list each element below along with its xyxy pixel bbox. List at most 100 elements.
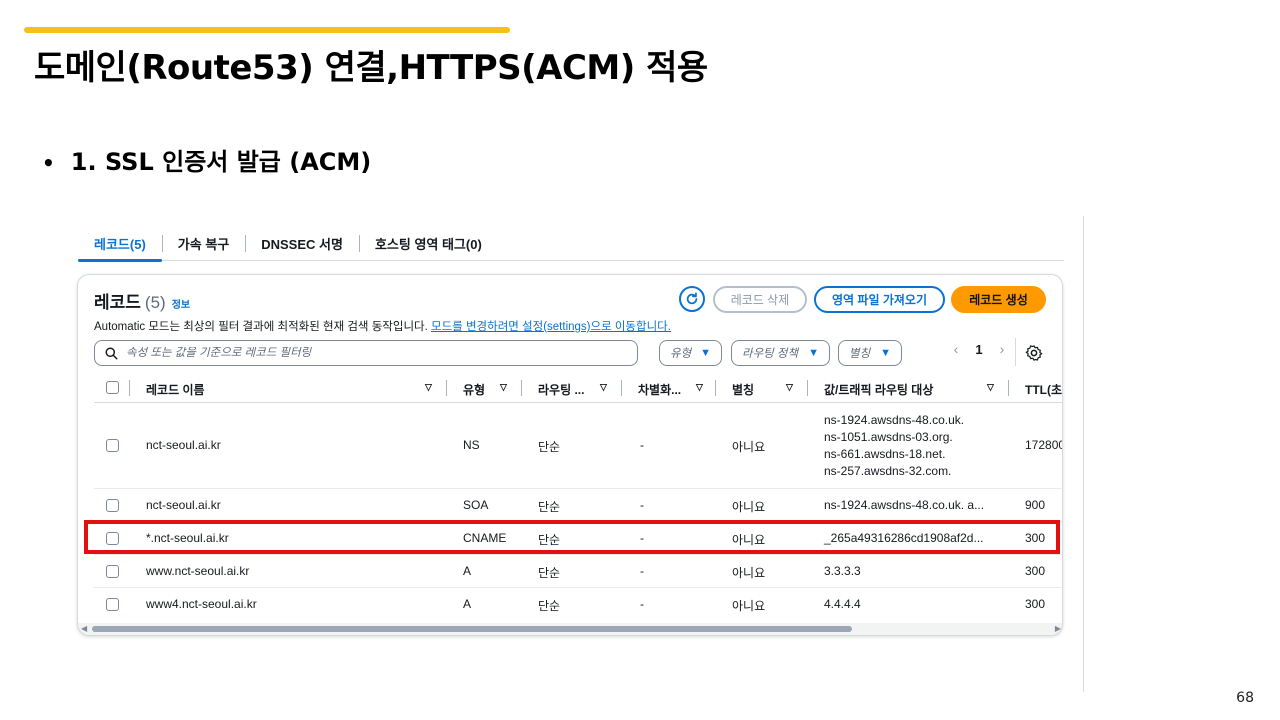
tab-hosted-zone-tags[interactable]: 호스팅 영역 태그(0) xyxy=(358,226,498,261)
bullet-item: • 1. SSL 인증서 발급 (ACM) xyxy=(42,142,371,177)
horizontal-scrollbar[interactable]: ◀ ▶ xyxy=(78,623,1062,635)
import-zone-file-button[interactable]: 영역 파일 가져오기 xyxy=(814,286,945,313)
col-value[interactable]: 값/트래픽 라우팅 대상 xyxy=(824,381,933,398)
record-value: 3.3.3.3 xyxy=(824,564,861,578)
record-routing: 단순 xyxy=(538,500,561,514)
current-page[interactable]: 1 xyxy=(966,342,992,357)
record-routing: 단순 xyxy=(538,599,561,613)
panel-title-text: 레코드 xyxy=(94,293,141,312)
record-search[interactable] xyxy=(94,340,638,366)
record-type: NS xyxy=(463,438,480,452)
sort-icon[interactable]: ▽ xyxy=(696,382,703,393)
record-value: ns-661.awsdns-18.net. xyxy=(824,447,946,461)
column-separator xyxy=(446,380,447,396)
record-values: ns-1924.awsdns-48.co.uk. ns-1051.awsdns-… xyxy=(824,412,964,480)
record-ttl: 172800 xyxy=(1025,438,1063,452)
table-row[interactable]: www4.nct-seoul.ai.kr A 단순 - 아니요 4.4.4.4 … xyxy=(94,588,1062,621)
caret-down-icon: ▼ xyxy=(700,347,711,359)
info-link[interactable]: 정보 xyxy=(172,300,190,311)
refresh-button[interactable] xyxy=(679,286,705,312)
tab-accelerated-recovery[interactable]: 가속 복구 xyxy=(161,226,245,261)
record-type: A xyxy=(463,597,472,611)
record-value: ns-257.awsdns-32.com. xyxy=(824,464,952,478)
record-alias: 아니요 xyxy=(732,566,766,580)
gear-icon[interactable] xyxy=(1025,344,1043,362)
scroll-left-icon[interactable]: ◀ xyxy=(81,624,87,633)
row-checkbox[interactable] xyxy=(106,439,119,452)
caret-down-icon: ▼ xyxy=(808,347,819,359)
records-panel: 레코드 (5) 정보 Automatic 모드는 최상의 필터 결과에 최적화된 현… xyxy=(77,274,1063,636)
col-routing[interactable]: 라우팅 ... xyxy=(538,381,584,398)
tab-dnssec-signing[interactable]: DNSSEC 서명 xyxy=(245,226,359,261)
records-table: 레코드 이름 ▽ 유형 ▽ 라우팅 ... ▽ 차별화... ▽ 별칭 ▽ 값/… xyxy=(94,373,1063,621)
slide-title: 도메인(Route53) 연결,HTTPS(ACM) 적용 xyxy=(34,48,708,88)
record-differentiator: - xyxy=(640,564,644,578)
column-separator xyxy=(715,380,716,396)
column-separator xyxy=(1008,380,1009,396)
page-number: 68 xyxy=(1236,690,1254,706)
sort-icon[interactable]: ▽ xyxy=(500,382,507,393)
alias-filter-label: 별칭 xyxy=(849,348,871,360)
create-record-button[interactable]: 레코드 생성 xyxy=(951,286,1046,313)
bullet-dot: • xyxy=(42,151,55,175)
table-row[interactable]: www.nct-seoul.ai.kr A 단순 - 아니요 3.3.3.3 3… xyxy=(94,555,1062,588)
scroll-right-icon[interactable]: ▶ xyxy=(1055,624,1061,633)
column-separator xyxy=(521,380,522,396)
tab-records[interactable]: 레코드(5) xyxy=(78,226,162,262)
record-type: SOA xyxy=(463,498,489,512)
record-value: ns-1924.awsdns-48.co.uk. xyxy=(824,413,965,427)
settings-link[interactable]: 모드를 변경하려면 설정(settings)으로 이동합니다. xyxy=(431,321,671,333)
record-name: www.nct-seoul.ai.kr xyxy=(146,564,250,578)
routing-filter-label: 라우팅 정책 xyxy=(742,348,799,360)
route53-screenshot: 레코드(5) 가속 복구 DNSSEC 서명 호스팅 영역 태그(0) 레코드(… xyxy=(70,216,1084,692)
table-row[interactable]: nct-seoul.ai.kr NS 단순 - 아니요 ns-1924.awsd… xyxy=(94,403,1063,489)
panel-title: 레코드 (5) 정보 xyxy=(94,288,190,313)
record-count: (5) xyxy=(144,293,166,312)
sort-icon[interactable]: ▽ xyxy=(786,382,793,393)
type-filter[interactable]: 유형 ▼ xyxy=(659,340,722,366)
sort-icon[interactable]: ▽ xyxy=(425,382,432,393)
column-separator xyxy=(129,380,130,396)
table-header: 레코드 이름 ▽ 유형 ▽ 라우팅 ... ▽ 차별화... ▽ 별칭 ▽ 값/… xyxy=(94,373,1062,403)
refresh-icon xyxy=(686,292,698,305)
record-type: A xyxy=(463,564,472,578)
alias-filter[interactable]: 별칭 ▼ xyxy=(838,340,902,366)
caret-down-icon: ▼ xyxy=(880,347,891,359)
record-name: nct-seoul.ai.kr xyxy=(146,498,221,512)
tab-bar: 레코드(5) 가속 복구 DNSSEC 서명 호스팅 영역 태그(0) xyxy=(78,226,1064,262)
col-ttl[interactable]: TTL(초 xyxy=(1025,381,1062,398)
sort-icon[interactable]: ▽ xyxy=(987,382,994,393)
search-icon xyxy=(105,346,118,360)
select-all-checkbox[interactable] xyxy=(106,381,119,394)
record-name: nct-seoul.ai.kr xyxy=(146,438,221,452)
search-input[interactable] xyxy=(126,347,606,359)
bullet-text: 1. SSL 인증서 발급 (ACM) xyxy=(70,148,372,176)
pager-divider xyxy=(1015,338,1016,366)
record-differentiator: - xyxy=(640,597,644,611)
record-ttl: 300 xyxy=(1025,597,1046,611)
next-page-button[interactable]: › xyxy=(992,341,1012,357)
title-accent-bar xyxy=(24,27,510,33)
row-checkbox[interactable] xyxy=(106,598,119,611)
delete-record-button[interactable]: 레코드 삭제 xyxy=(713,286,807,313)
cname-row-highlight-box xyxy=(84,520,1060,554)
description-text: Automatic 모드는 최상의 필터 결과에 최적화된 현재 검색 동작입니… xyxy=(94,321,428,333)
col-alias[interactable]: 별칭 xyxy=(732,381,754,398)
panel-description: Automatic 모드는 최상의 필터 결과에 최적화된 현재 검색 동작입니… xyxy=(94,318,671,334)
scrollbar-thumb[interactable] xyxy=(92,626,852,632)
column-separator xyxy=(621,380,622,396)
record-name: www4.nct-seoul.ai.kr xyxy=(146,597,257,611)
col-type[interactable]: 유형 xyxy=(463,381,485,398)
table-row[interactable]: nct-seoul.ai.kr SOA 단순 - 아니요 ns-1924.aws… xyxy=(94,489,1062,522)
record-routing: 단순 xyxy=(538,440,561,454)
sort-icon[interactable]: ▽ xyxy=(600,382,607,393)
row-checkbox[interactable] xyxy=(106,499,119,512)
record-value: ns-1051.awsdns-03.org. xyxy=(824,430,953,444)
record-ttl: 900 xyxy=(1025,498,1046,512)
col-record-name[interactable]: 레코드 이름 xyxy=(146,381,205,398)
col-differentiator[interactable]: 차별화... xyxy=(638,381,681,398)
prev-page-button[interactable]: ‹ xyxy=(946,341,966,357)
routing-policy-filter[interactable]: 라우팅 정책 ▼ xyxy=(731,340,830,366)
row-checkbox[interactable] xyxy=(106,565,119,578)
record-ttl: 300 xyxy=(1025,564,1046,578)
